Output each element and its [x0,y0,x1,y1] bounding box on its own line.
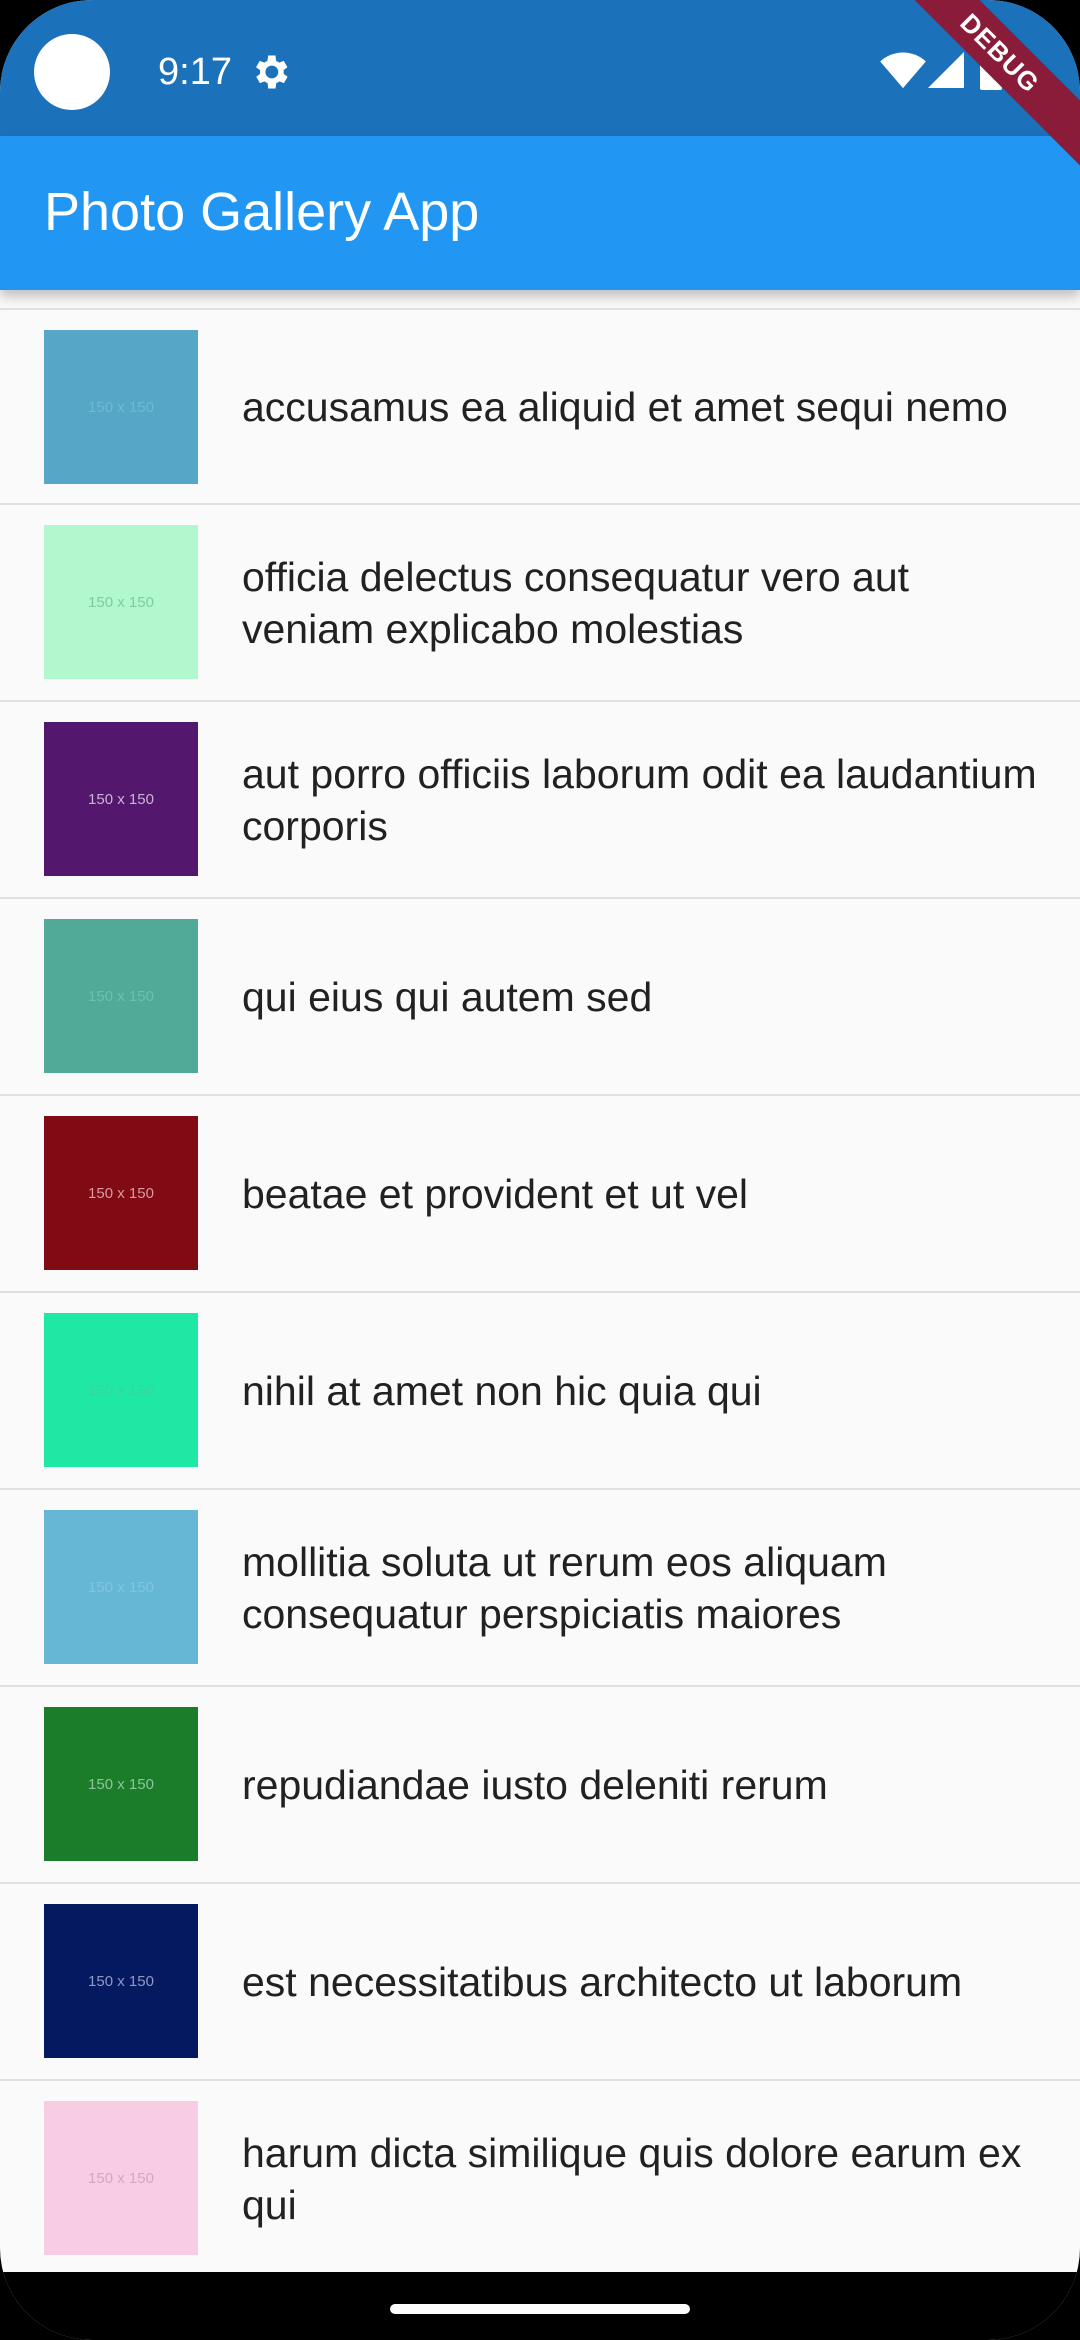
photo-title: repudiandae iusto deleniti rerum [242,1761,828,1808]
photo-title: officia delectus consequatur vero aut ve… [242,553,910,652]
photo-title: nihil at amet non hic quia qui [242,1367,762,1414]
thumbnail-size-label: 150 x 150 [88,398,154,416]
photo-thumbnail: 150 x 150 [44,919,198,1073]
app-bar: Photo Gallery App [0,136,1080,290]
photo-thumbnail: 150 x 150 [44,525,198,679]
thumbnail-size-label: 150 x 150 [88,1775,154,1793]
photo-list-item[interactable]: 150 x 150 harum dicta similique quis dolo… [0,2081,1080,2278]
thumbnail-size-label: 150 x 150 [88,987,154,1005]
app-title: Photo Gallery App [44,182,480,242]
photo-title: beatae et provident et ut vel [242,1170,749,1217]
home-indicator[interactable] [390,2304,690,2314]
status-bar: 9:17 [0,0,1080,136]
phone-screen: 9:17 DEBUG Photo Gallery App 150 x 150 ac… [0,0,1080,2340]
photo-thumbnail: 150 x 150 [44,330,198,484]
photo-title: accusamus ea aliquid et amet sequi nemo [242,383,1008,430]
photo-thumbnail: 150 x 150 [44,1116,198,1270]
photo-title: harum dicta similique quis dolore earum … [242,2129,1022,2228]
photo-title: mollitia soluta ut rerum eos aliquam con… [242,1538,887,1637]
thumbnail-size-label: 150 x 150 [88,1381,154,1399]
status-time: 9:17 [158,51,232,93]
thumbnail-size-label: 150 x 150 [88,2169,154,2187]
photo-thumbnail: 150 x 150 [44,1707,198,1861]
photo-title: est necessitatibus architecto ut laborum [242,1958,963,2005]
thumbnail-size-label: 150 x 150 [88,593,154,611]
thumbnail-size-label: 150 x 150 [88,790,154,808]
photo-list-item[interactable]: 150 x 150 nihil at amet non hic quia qui [0,1293,1080,1490]
wifi-icon [880,52,926,89]
photo-list-item[interactable]: 150 x 150 repudiandae iusto deleniti reru… [0,1687,1080,1884]
photo-title: aut porro officiis laborum odit ea lauda… [242,750,1037,849]
photo-list-item[interactable]: 150 x 150 officia delectus consequatur ve… [0,505,1080,702]
photo-list-item[interactable]: 150 x 150 mollitia soluta ut rerum eos al… [0,1490,1080,1687]
thumbnail-size-label: 150 x 150 [88,1578,154,1596]
photo-thumbnail: 150 x 150 [44,2101,198,2255]
photo-list-item[interactable]: 150 x 150 qui eius qui autem sed [0,899,1080,1096]
photo-thumbnail: 150 x 150 [44,1313,198,1467]
photo-title: qui eius qui autem sed [242,973,653,1020]
photo-thumbnail: 150 x 150 [44,722,198,876]
camera-dot [34,34,110,110]
photo-list-item[interactable]: 150 x 150 beatae et provident et ut vel [0,1096,1080,1293]
thumbnail-size-label: 150 x 150 [88,1184,154,1202]
photo-thumbnail: 150 x 150 [44,1904,198,2058]
photo-list-item[interactable]: 150 x 150 est necessitatibus architecto u… [0,1884,1080,2081]
signal-icon [928,52,964,88]
photo-list[interactable]: 150 x 150 accusamus ea aliquid et amet se… [0,308,1080,2278]
photo-list-item[interactable]: 150 x 150 accusamus ea aliquid et amet se… [0,308,1080,505]
photo-list-item[interactable]: 150 x 150 aut porro officiis laborum odit… [0,702,1080,899]
thumbnail-size-label: 150 x 150 [88,1972,154,1990]
settings-icon [256,55,288,89]
photo-thumbnail: 150 x 150 [44,1510,198,1664]
navigation-bar [0,2272,1080,2340]
